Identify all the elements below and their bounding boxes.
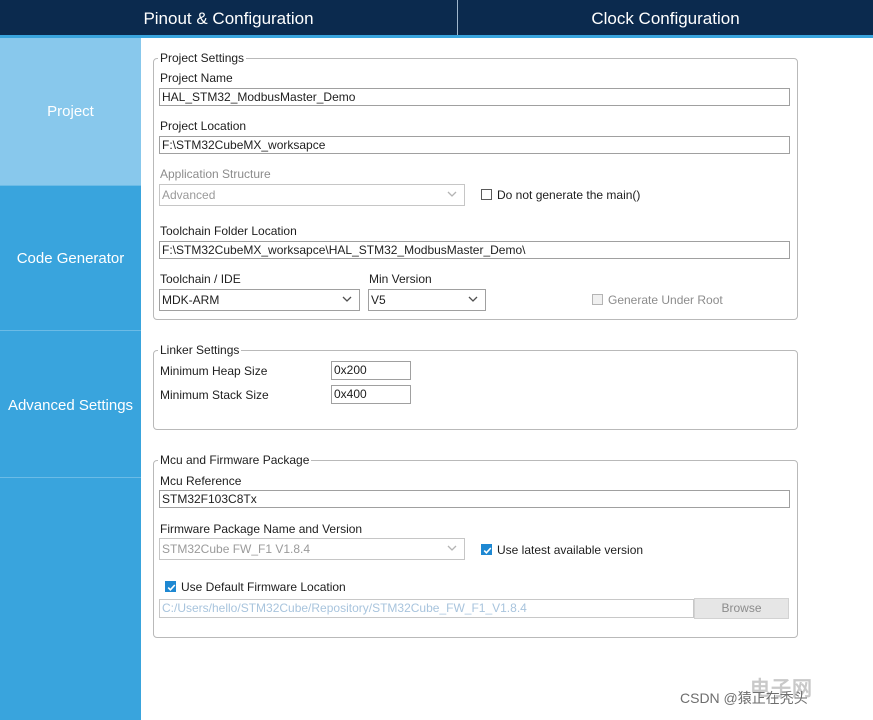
do-not-generate-main-label: Do not generate the main() <box>497 188 641 202</box>
tab-pinout-configuration[interactable]: Pinout & Configuration <box>0 0 458 35</box>
use-latest-version-checkbox[interactable] <box>481 544 492 555</box>
firmware-package-select[interactable]: STM32Cube FW_F1 V1.8.4 <box>159 538 465 560</box>
tab-clock-configuration[interactable]: Clock Configuration <box>458 0 873 35</box>
use-default-firmware-location-checkbox[interactable] <box>165 581 176 592</box>
group-legend: Project Settings <box>160 51 245 65</box>
chevron-down-icon <box>342 296 352 302</box>
min-stack-size-input[interactable]: 0x400 <box>331 385 411 404</box>
watermark-text: CSDN @猿正在秃头 <box>680 690 808 706</box>
toolchain-ide-label: Toolchain / IDE <box>160 272 241 286</box>
min-heap-size-input[interactable]: 0x200 <box>331 361 411 380</box>
project-name-label: Project Name <box>160 71 233 85</box>
toolchain-folder-label: Toolchain Folder Location <box>160 224 297 238</box>
sidebar: Project Code Generator Advanced Settings <box>0 38 141 720</box>
min-version-select[interactable]: V5 <box>368 289 486 311</box>
sidebar-item-code-generator[interactable]: Code Generator <box>0 186 141 331</box>
generate-under-root-checkbox[interactable] <box>592 294 603 305</box>
toolchain-folder-input[interactable]: F:\STM32CubeMX_worksapce\HAL_STM32_Modbu… <box>159 241 790 259</box>
project-location-input[interactable]: F:\STM32CubeMX_worksapce <box>159 136 790 154</box>
browse-button[interactable]: Browse <box>694 598 789 619</box>
min-heap-size-label: Minimum Heap Size <box>160 364 268 378</box>
min-version-label: Min Version <box>369 272 432 286</box>
check-icon <box>483 547 492 554</box>
sidebar-item-label: Code Generator <box>16 250 125 267</box>
generate-under-root-label: Generate Under Root <box>608 293 723 307</box>
sidebar-item-label: Project <box>47 103 94 120</box>
chevron-down-icon <box>468 296 478 302</box>
project-name-input[interactable]: HAL_STM32_ModbusMaster_Demo <box>159 88 790 106</box>
top-tab-bar: Pinout & Configuration Clock Configurati… <box>0 0 873 38</box>
do-not-generate-main-checkbox[interactable] <box>481 189 492 200</box>
linker-settings-group: Linker Settings <box>153 344 798 430</box>
chevron-down-icon <box>447 545 457 551</box>
group-legend: Linker Settings <box>160 343 240 357</box>
firmware-package-label: Firmware Package Name and Version <box>160 522 363 536</box>
application-structure-select[interactable]: Advanced <box>159 184 465 206</box>
select-value: Advanced <box>162 188 216 202</box>
chevron-down-icon <box>447 191 457 197</box>
sidebar-item-advanced-settings[interactable]: Advanced Settings <box>0 331 141 478</box>
mcu-reference-label: Mcu Reference <box>160 474 242 488</box>
main-panel: Project Settings Project Name HAL_STM32_… <box>141 38 873 720</box>
firmware-location-input[interactable]: C:/Users/hello/STM32Cube/Repository/STM3… <box>159 599 694 618</box>
use-latest-version-label: Use latest available version <box>497 543 644 557</box>
group-legend: Mcu and Firmware Package <box>160 453 310 467</box>
application-structure-label: Application Structure <box>160 167 271 181</box>
toolchain-ide-select[interactable]: MDK-ARM <box>159 289 360 311</box>
mcu-reference-input[interactable]: STM32F103C8Tx <box>159 490 790 508</box>
check-icon <box>167 584 176 591</box>
sidebar-item-label: Advanced Settings <box>7 397 134 414</box>
use-default-firmware-location-label: Use Default Firmware Location <box>181 580 346 594</box>
select-value: MDK-ARM <box>162 293 220 307</box>
min-stack-size-label: Minimum Stack Size <box>160 388 269 402</box>
sidebar-item-project[interactable]: Project <box>0 38 141 186</box>
select-value: V5 <box>371 293 386 307</box>
select-value: STM32Cube FW_F1 V1.8.4 <box>162 542 311 556</box>
project-location-label: Project Location <box>160 119 247 133</box>
